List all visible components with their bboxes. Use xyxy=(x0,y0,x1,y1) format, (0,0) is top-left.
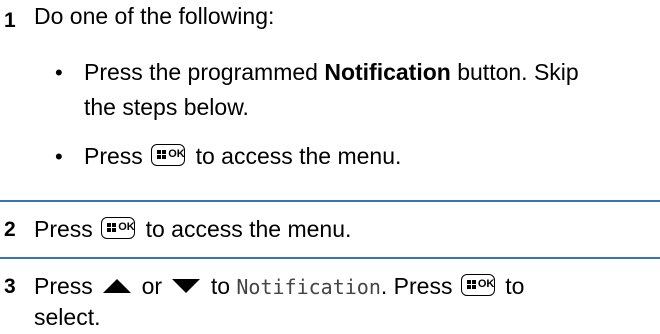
bullet-text-pre: Press the programmed xyxy=(84,59,325,85)
bullet-icon: • xyxy=(55,60,63,85)
bullet-text-post: button. Skip xyxy=(450,59,579,85)
to-text: to xyxy=(210,273,230,299)
menu-ok-button-icon: OK xyxy=(460,274,495,296)
menu-item-notification: Notification xyxy=(236,275,381,299)
bullet-text-line2: the steps below. xyxy=(84,94,249,120)
press-text: Press xyxy=(34,273,93,299)
step-text: Press OK to access the menu. xyxy=(34,213,351,246)
step-number: 2 xyxy=(4,218,16,241)
up-arrow-icon xyxy=(103,279,132,293)
step-number: 3 xyxy=(4,275,16,298)
step-text: Press or to Notification. Press OK to xyxy=(34,270,524,304)
notification-label: Notification xyxy=(324,59,451,85)
bullet-text: Press the programmed Notification button… xyxy=(84,56,579,89)
access-menu-text: to access the menu. xyxy=(145,216,352,242)
menu-ok-button-icon: OK xyxy=(101,217,136,239)
divider xyxy=(0,257,660,259)
or-text: or xyxy=(141,273,163,299)
to-text-2: to xyxy=(505,273,525,299)
press-text-2: . Press xyxy=(380,273,453,299)
access-menu-text: to access the menu. xyxy=(195,143,402,169)
step-text: Do one of the following: xyxy=(34,3,275,29)
step-text-line2: select. xyxy=(34,304,101,330)
bullet-text: Press OK to access the menu. xyxy=(84,140,401,173)
press-text: Press xyxy=(84,143,143,169)
bullet-icon: • xyxy=(55,144,63,169)
divider xyxy=(0,200,660,202)
menu-ok-button-icon: OK xyxy=(151,144,186,166)
down-arrow-icon xyxy=(172,279,201,293)
press-text: Press xyxy=(34,216,93,242)
step-number: 1 xyxy=(4,9,16,32)
